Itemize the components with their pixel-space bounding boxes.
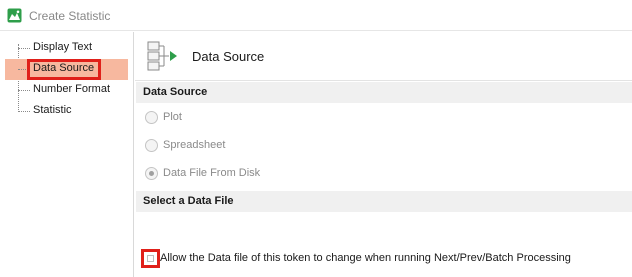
radio-button[interactable] — [145, 139, 158, 152]
radio-label: Plot — [163, 111, 182, 123]
tree-item-statistic[interactable]: Statistic — [0, 101, 134, 121]
radio-button[interactable] — [145, 167, 158, 180]
window-title: Create Statistic — [29, 9, 111, 23]
radio-button[interactable] — [145, 111, 158, 124]
tree-item-label: Data Source — [33, 62, 95, 74]
panel-header: Data Source — [135, 32, 632, 81]
section-label: Data Source — [143, 86, 208, 98]
panel-title: Data Source — [192, 49, 265, 64]
tree-item-label: Display Text — [33, 41, 93, 53]
radio-label: Spreadsheet — [163, 139, 226, 151]
data-source-icon — [147, 41, 177, 71]
section-header-select-file: Select a Data File — [136, 191, 632, 212]
tree-item-number-format[interactable]: Number Format — [0, 80, 134, 100]
allow-change-label: Allow the Data file of this token to cha… — [160, 252, 571, 264]
allow-change-checkbox[interactable] — [147, 255, 154, 262]
section-header-data-source: Data Source — [136, 82, 632, 103]
title-bar: Create Statistic — [0, 0, 632, 31]
tree-item-label: Statistic — [33, 104, 72, 116]
tree-item-data-source[interactable]: Data Source — [0, 59, 134, 80]
settings-tree: Display Text Data Source Number Format S… — [0, 32, 134, 277]
data-source-panel: Data Source Data Source Plot Spreadsheet… — [135, 32, 632, 277]
radio-label: Data File From Disk — [163, 167, 261, 179]
checkbox-annotation-box — [141, 249, 160, 268]
tree-item-label: Number Format — [33, 83, 111, 95]
section-label: Select a Data File — [143, 195, 234, 207]
chart-mountain-icon — [7, 8, 22, 23]
tree-item-display-text[interactable]: Display Text — [0, 38, 134, 58]
allow-change-checkbox-row[interactable]: Allow the Data file of this token to cha… — [141, 249, 621, 269]
